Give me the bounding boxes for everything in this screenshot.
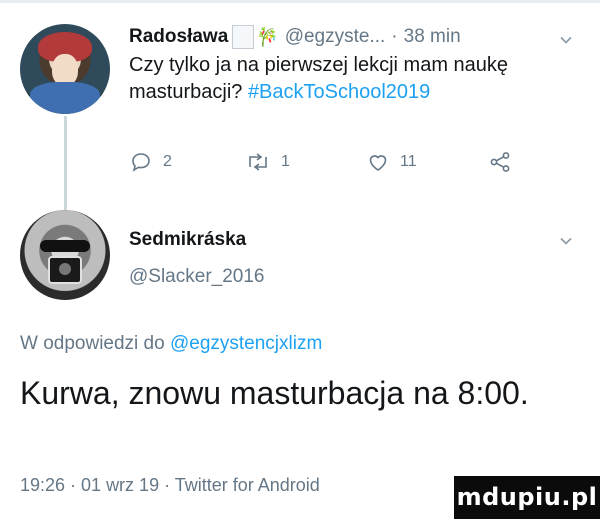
like-button[interactable]: 11 (366, 150, 417, 174)
reply-avatar[interactable] (20, 210, 110, 300)
site-watermark-logo: mdupiu.pl (454, 476, 600, 519)
heart-icon (369, 155, 387, 171)
retweet-button[interactable]: 1 (245, 150, 290, 174)
parent-tweet-header: Radosława 🎋 @egzyste... · 38 min (129, 22, 461, 52)
parent-display-name[interactable]: Radosława (129, 26, 228, 48)
chevron-down-icon[interactable] (559, 234, 573, 248)
parent-timestamp[interactable]: 38 min (404, 26, 461, 48)
tweet-datetime: 19:26 · 01 wrz 19 · (20, 475, 175, 495)
reply-button[interactable]: 2 (129, 150, 172, 174)
reply-handle[interactable]: @Slacker_2016 (129, 266, 264, 288)
share-button[interactable] (488, 150, 512, 174)
parent-tweet-actions: 2 1 11 (129, 150, 569, 180)
missing-glyph-box (232, 25, 255, 49)
thread-connector-line (64, 116, 67, 212)
reply-icon (132, 153, 150, 172)
parent-tweet-text: Czy tylko ja na pierwszej lekcji mam nau… (129, 52, 584, 106)
retweet-count: 1 (281, 153, 290, 170)
reply-display-name[interactable]: Sedmikráska (129, 229, 246, 251)
separator-dot: · (391, 26, 398, 47)
reply-count: 2 (163, 153, 172, 170)
share-icon (490, 152, 510, 172)
tweet-metadata: 19:26 · 01 wrz 19 · Twitter for Android (20, 475, 320, 496)
like-count: 11 (400, 153, 417, 170)
reply-mention-link[interactable]: @egzystencjxlizm (170, 333, 322, 354)
replying-to-line: W odpowiedzi do @egzystencjxlizm (20, 333, 322, 355)
parent-handle[interactable]: @egzyste... (285, 26, 386, 48)
tweet-source-link[interactable]: Twitter for Android (175, 475, 320, 495)
bamboo-emoji-icon: 🎋 (256, 26, 279, 47)
chevron-down-icon[interactable] (559, 33, 573, 47)
parent-avatar[interactable] (20, 24, 110, 114)
hashtag-link[interactable]: #BackToSchool2019 (248, 81, 430, 103)
retweet-icon (249, 153, 267, 171)
top-divider (0, 0, 600, 3)
replying-to-label: W odpowiedzi do (20, 333, 170, 354)
reply-tweet-text: Kurwa, znowu masturbacja na 8:00. (20, 375, 529, 411)
